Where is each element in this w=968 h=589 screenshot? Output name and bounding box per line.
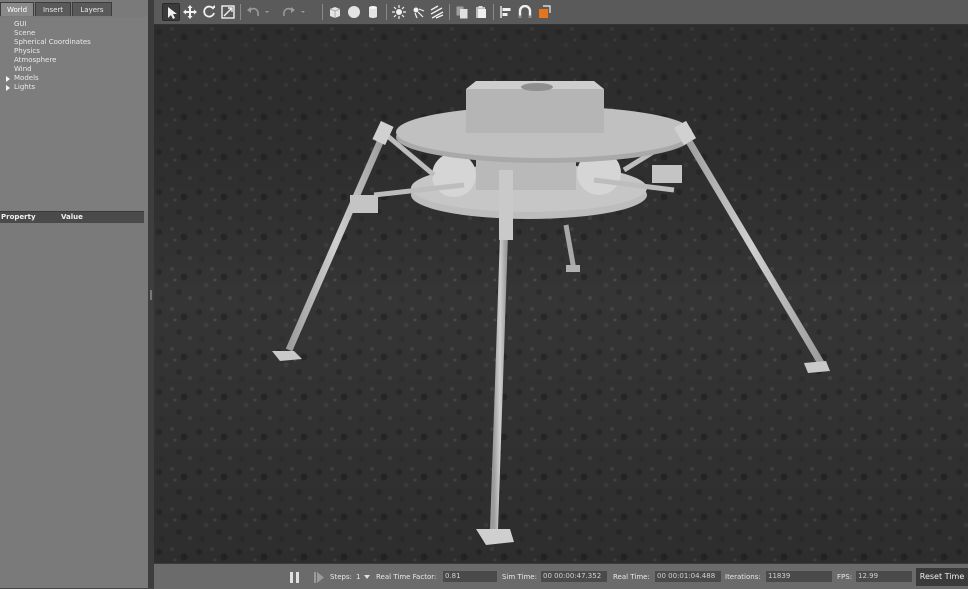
real-time-factor-field: 0.81 xyxy=(443,571,497,582)
sphere-icon xyxy=(348,6,360,18)
panel-tabs: World Insert Layers xyxy=(0,2,148,17)
value-column-header: Value xyxy=(61,213,83,221)
toolbar-separator xyxy=(493,4,494,20)
pause-icon[interactable] xyxy=(290,572,300,583)
directional-light-icon xyxy=(430,5,444,19)
align-icon xyxy=(500,6,511,18)
property-column-header: Property xyxy=(1,213,36,221)
rotate-icon xyxy=(203,5,215,18)
translate-mode-button[interactable] xyxy=(181,3,199,21)
fps-label: FPS: xyxy=(837,573,853,581)
toolbar-separator xyxy=(449,4,450,20)
property-table xyxy=(0,223,144,588)
real-time-field: 00 00:01:04.488 xyxy=(655,571,721,582)
insert-box-button[interactable] xyxy=(326,3,344,21)
tree-item-scene[interactable]: Scene xyxy=(14,29,35,38)
tree-item-gui[interactable]: GUI xyxy=(14,20,27,29)
redo-icon xyxy=(283,7,295,17)
change-view-button[interactable] xyxy=(535,3,553,21)
chevron-down-icon[interactable] xyxy=(364,575,370,579)
undo-button[interactable] xyxy=(244,3,262,21)
scene-render[interactable] xyxy=(154,25,968,563)
undo-history-dropdown[interactable] xyxy=(262,3,272,21)
fps-field: 12.99 xyxy=(856,571,912,582)
tree-item-models[interactable]: Models xyxy=(6,74,39,83)
insert-cylinder-button[interactable] xyxy=(364,3,382,21)
left-panel: World Insert Layers GUI Scene Spherical … xyxy=(0,0,148,588)
snap-icon xyxy=(518,5,532,18)
toolbar-separator xyxy=(240,4,241,20)
snap-button[interactable] xyxy=(516,3,534,21)
tab-layers[interactable]: Layers xyxy=(72,2,112,16)
chevron-down-icon xyxy=(265,11,269,13)
step-icon[interactable] xyxy=(314,572,324,583)
world-tree: GUI Scene Spherical Coordinates Physics … xyxy=(0,17,148,210)
point-light-icon xyxy=(392,5,406,19)
steps-label: Steps: xyxy=(330,573,352,581)
scene-viewport[interactable] xyxy=(154,25,968,563)
insert-directional-light-button[interactable] xyxy=(428,3,446,21)
status-bar: Steps: 1 Real Time Factor: 0.81 Sim Time… xyxy=(154,563,968,589)
scale-mode-button[interactable] xyxy=(219,3,237,21)
sim-time-label: Sim Time: xyxy=(502,573,537,581)
chevron-down-icon xyxy=(301,11,305,13)
select-arrow-icon xyxy=(168,7,177,19)
sim-time-field: 00 00:00:47.352 xyxy=(541,571,607,582)
real-time-label: Real Time: xyxy=(613,573,650,581)
tab-insert[interactable]: Insert xyxy=(35,2,71,16)
tab-world[interactable]: World xyxy=(0,2,34,16)
redo-button[interactable] xyxy=(280,3,298,21)
redo-history-dropdown[interactable] xyxy=(298,3,308,21)
splitter-grip-icon xyxy=(150,290,152,300)
translate-icon xyxy=(183,5,197,19)
tree-item-wind[interactable]: Wind xyxy=(14,65,32,74)
iterations-field: 11839 xyxy=(766,571,832,582)
undo-icon xyxy=(247,7,259,17)
iterations-label: Iterations: xyxy=(725,573,761,581)
tree-item-atmosphere[interactable]: Atmosphere xyxy=(14,56,56,65)
tree-item-spherical-coordinates[interactable]: Spherical Coordinates xyxy=(14,38,91,47)
tree-item-lights[interactable]: Lights xyxy=(6,83,36,92)
steps-value[interactable]: 1 xyxy=(356,573,360,581)
copy-icon xyxy=(456,6,468,19)
insert-point-light-button[interactable] xyxy=(390,3,408,21)
real-time-factor-label: Real Time Factor: xyxy=(376,573,437,581)
scale-icon xyxy=(221,5,235,19)
expand-arrow-icon[interactable] xyxy=(6,85,10,91)
align-button[interactable] xyxy=(497,3,515,21)
expand-arrow-icon[interactable] xyxy=(6,76,10,82)
spot-light-icon xyxy=(413,7,425,19)
tree-item-lights-label: Lights xyxy=(14,83,36,91)
paste-icon xyxy=(476,6,486,18)
toolbar xyxy=(154,0,968,25)
insert-spot-light-button[interactable] xyxy=(409,3,427,21)
toolbar-separator xyxy=(322,4,323,20)
insert-sphere-button[interactable] xyxy=(345,3,363,21)
toolbar-separator xyxy=(386,4,387,20)
change-view-icon xyxy=(539,5,551,18)
tree-item-physics[interactable]: Physics xyxy=(14,47,40,56)
box-icon xyxy=(329,7,341,18)
copy-button[interactable] xyxy=(453,3,471,21)
tree-item-models-label: Models xyxy=(14,74,39,82)
property-table-header: Property Value xyxy=(0,211,144,223)
rotate-mode-button[interactable] xyxy=(200,3,218,21)
cylinder-icon xyxy=(369,6,377,18)
paste-button[interactable] xyxy=(472,3,490,21)
reset-time-button[interactable]: Reset Time xyxy=(916,568,968,586)
select-mode-button[interactable] xyxy=(162,3,180,21)
